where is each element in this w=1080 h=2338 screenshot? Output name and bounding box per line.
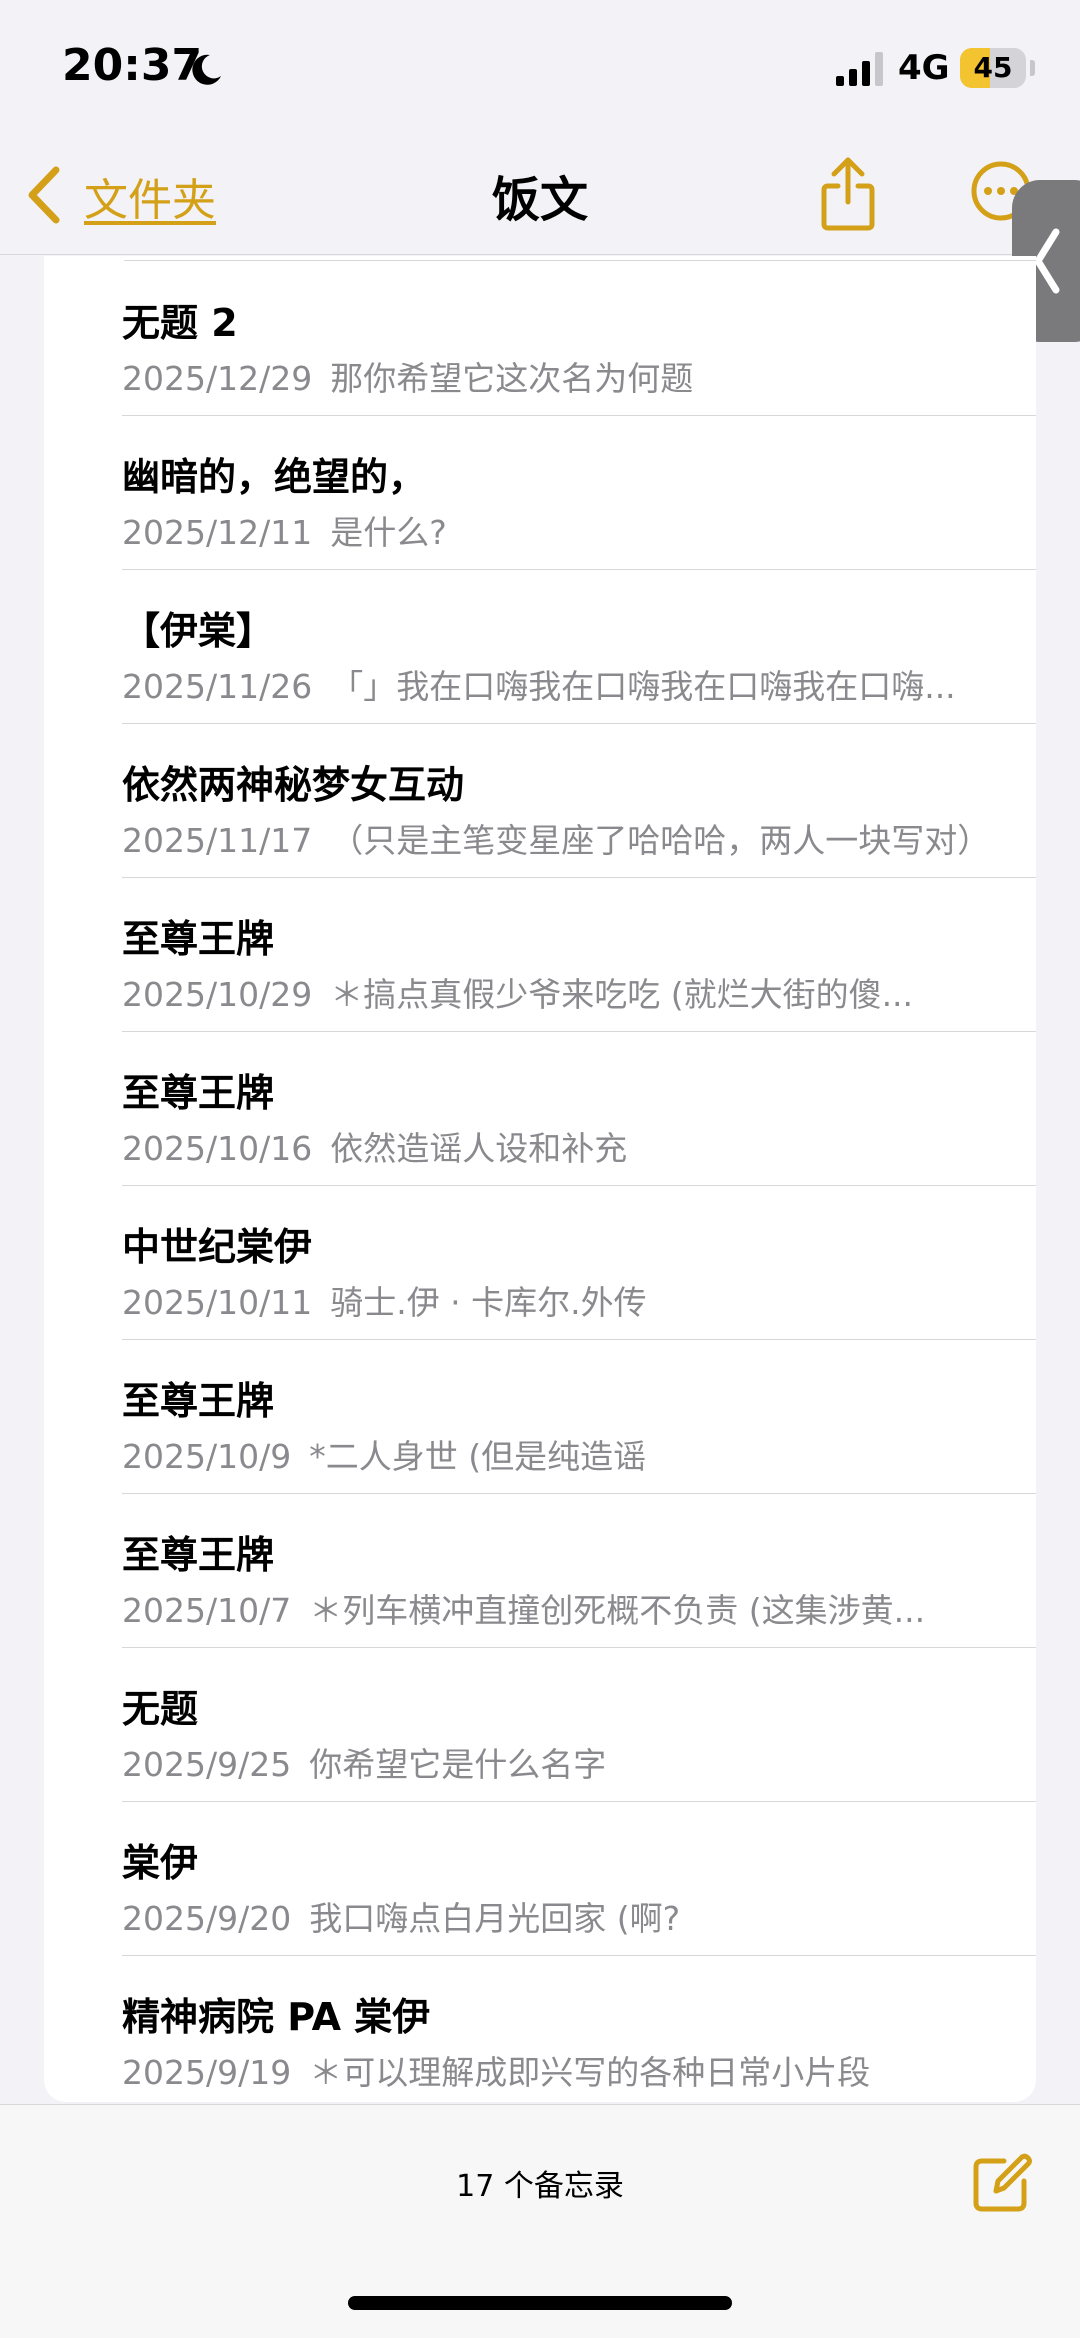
signal-icon bbox=[836, 52, 883, 86]
note-preview: 那你希望它这次名为何题 bbox=[330, 359, 694, 398]
note-subtitle: 2025/10/9 *二人身世 (但是纯造谣 bbox=[122, 1430, 1022, 1478]
note-subtitle: 2025/12/29 那你希望它这次名为何题 bbox=[122, 352, 1022, 400]
note-date: 2025/9/19 bbox=[122, 2053, 292, 2092]
note-title: 依然两神秘梦女互动 bbox=[122, 763, 465, 807]
note-preview: 我口嗨点白月光回家 (啊? bbox=[309, 1899, 681, 1938]
note-row[interactable]: 至尊王牌 2025/10/29 ＊搞点真假少爷来吃吃 (就烂大街的傻... bbox=[44, 878, 1036, 1032]
battery-indicator: 45 bbox=[960, 48, 1026, 88]
nav-bar: 文件夹 饭文 bbox=[0, 140, 1080, 255]
note-date: 2025/9/25 bbox=[122, 1745, 292, 1784]
note-preview: ＊可以理解成即兴写的各种日常小片段 bbox=[309, 2053, 871, 2092]
share-icon[interactable] bbox=[818, 154, 878, 234]
note-preview: 「」我在口嗨我在口嗨我在口嗨我在口嗨... bbox=[330, 667, 956, 706]
note-preview: 是什么? bbox=[330, 513, 447, 552]
note-title: 精神病院 PA 棠伊 bbox=[122, 1995, 431, 2039]
note-date: 2025/11/26 bbox=[122, 667, 313, 706]
note-subtitle: 2025/10/7 ＊列车横冲直撞创死概不负责 (这集涉黄... bbox=[122, 1584, 1022, 1632]
page-title: 饭文 bbox=[491, 172, 588, 228]
battery-text: 45 bbox=[973, 51, 1013, 84]
note-preview: （只是主笔变星座了哈哈哈，两人一块写对） bbox=[330, 821, 991, 860]
note-subtitle: 2025/10/11 骑士.伊 · 卡库尔.外传 bbox=[122, 1276, 1022, 1324]
note-date: 2025/11/17 bbox=[122, 821, 313, 860]
note-title: 至尊王牌 bbox=[122, 1533, 275, 1577]
divider bbox=[124, 260, 1036, 261]
note-subtitle: 2025/11/17 （只是主笔变星座了哈哈哈，两人一块写对） bbox=[122, 814, 1022, 862]
note-title: 至尊王牌 bbox=[122, 1071, 275, 1115]
note-subtitle: 2025/10/16 依然造谣人设和补充 bbox=[122, 1122, 1022, 1170]
note-title: 至尊王牌 bbox=[122, 917, 275, 961]
note-title: 中世纪棠伊 bbox=[122, 1225, 313, 1269]
note-row[interactable]: 至尊王牌 2025/10/16 依然造谣人设和补充 bbox=[44, 1032, 1036, 1186]
note-title: 至尊王牌 bbox=[122, 1379, 275, 1423]
note-preview: 依然造谣人设和补充 bbox=[330, 1129, 628, 1168]
note-subtitle: 2025/11/26 「」我在口嗨我在口嗨我在口嗨我在口嗨... bbox=[122, 660, 1022, 708]
moon-icon bbox=[192, 54, 221, 85]
note-subtitle: 2025/10/29 ＊搞点真假少爷来吃吃 (就烂大街的傻... bbox=[122, 968, 1022, 1016]
note-row[interactable]: 精神病院 PA 棠伊 2025/9/19 ＊可以理解成即兴写的各种日常小片段 bbox=[44, 1956, 1036, 2102]
note-date: 2025/10/9 bbox=[122, 1437, 292, 1476]
note-row[interactable]: 中世纪棠伊 2025/10/11 骑士.伊 · 卡库尔.外传 bbox=[44, 1186, 1036, 1340]
note-subtitle: 2025/12/11 是什么? bbox=[122, 506, 1022, 554]
note-preview: ＊搞点真假少爷来吃吃 (就烂大街的傻... bbox=[330, 975, 914, 1014]
note-title: 无题 bbox=[122, 1687, 199, 1731]
note-row[interactable]: 至尊王牌 2025/10/7 ＊列车横冲直撞创死概不负责 (这集涉黄... bbox=[44, 1494, 1036, 1648]
back-button[interactable]: 文件夹 bbox=[84, 164, 216, 228]
chevron-left-icon[interactable] bbox=[24, 164, 64, 226]
home-indicator[interactable] bbox=[348, 2296, 732, 2310]
note-count: 17 个备忘录 bbox=[456, 2169, 624, 2204]
note-date: 2025/10/11 bbox=[122, 1283, 313, 1322]
note-date: 2025/12/29 bbox=[122, 359, 313, 398]
note-title: 幽暗的，绝望的， bbox=[122, 455, 427, 499]
note-subtitle: 2025/9/19 ＊可以理解成即兴写的各种日常小片段 bbox=[122, 2046, 1022, 2094]
note-date: 2025/12/11 bbox=[122, 513, 313, 552]
note-row[interactable]: 无题 2025/9/25 你希望它是什么名字 bbox=[44, 1648, 1036, 1802]
note-row[interactable]: 棠伊 2025/9/20 我口嗨点白月光回家 (啊? bbox=[44, 1802, 1036, 1956]
note-preview: 你希望它是什么名字 bbox=[309, 1745, 607, 1784]
battery-cap bbox=[1030, 60, 1035, 76]
note-row[interactable]: 依然两神秘梦女互动 2025/11/17 （只是主笔变星座了哈哈哈，两人一块写对） bbox=[44, 724, 1036, 878]
notes-list: 无题 2 2025/12/29 那你希望它这次名为何题幽暗的，绝望的， 2025/12… bbox=[44, 256, 1036, 2102]
compose-icon[interactable] bbox=[970, 2151, 1034, 2215]
note-date: 2025/9/20 bbox=[122, 1899, 292, 1938]
note-date: 2025/10/29 bbox=[122, 975, 313, 1014]
note-title: 棠伊 bbox=[122, 1841, 199, 1885]
note-preview: 骑士.伊 · 卡库尔.外传 bbox=[330, 1283, 647, 1322]
status-bar: 20:37 4G 45 bbox=[0, 0, 1080, 140]
note-row[interactable]: 至尊王牌 2025/10/9 *二人身世 (但是纯造谣 bbox=[44, 1340, 1036, 1494]
status-time: 20:37 bbox=[62, 40, 203, 91]
note-row[interactable]: 幽暗的，绝望的， 2025/12/11 是什么? bbox=[44, 416, 1036, 570]
note-subtitle: 2025/9/25 你希望它是什么名字 bbox=[122, 1738, 1022, 1786]
note-date: 2025/10/16 bbox=[122, 1129, 313, 1168]
note-title: 无题 2 bbox=[122, 301, 238, 345]
note-date: 2025/10/7 bbox=[122, 1591, 292, 1630]
network-type: 4G bbox=[898, 48, 950, 88]
note-preview: ＊列车横冲直撞创死概不负责 (这集涉黄... bbox=[309, 1591, 926, 1630]
chevron-left-icon bbox=[1034, 228, 1060, 294]
note-row[interactable]: 无题 2 2025/12/29 那你希望它这次名为何题 bbox=[44, 262, 1036, 416]
note-title: 【伊棠】 bbox=[122, 609, 275, 653]
note-subtitle: 2025/9/20 我口嗨点白月光回家 (啊? bbox=[122, 1892, 1022, 1940]
note-preview: *二人身世 (但是纯造谣 bbox=[309, 1437, 647, 1476]
note-row[interactable]: 【伊棠】 2025/11/26 「」我在口嗨我在口嗨我在口嗨我在口嗨... bbox=[44, 570, 1036, 724]
